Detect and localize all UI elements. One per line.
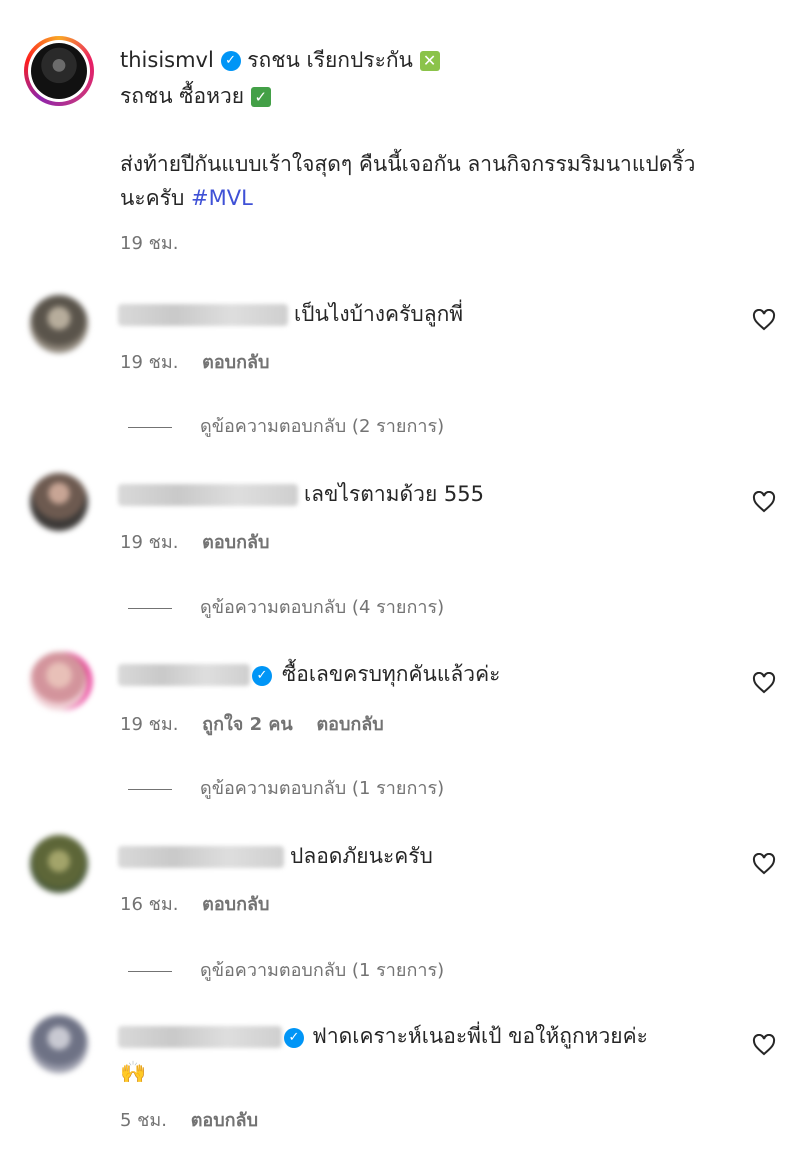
comment-meta: 19 ชม. ตอบกลับ — [120, 527, 269, 556]
comment-username-redacted[interactable] — [118, 304, 288, 326]
post-username[interactable]: thisismvl — [120, 48, 214, 72]
reply-button[interactable]: ตอบกลับ — [202, 532, 269, 553]
post-caption-line1: ส่งท้ายปีกันแบบเร้าใจสุดๆ คืนนี้เจอกัน ล… — [120, 152, 696, 176]
comment-text: เป็นไงบ้างครับลูกพี่ — [294, 302, 464, 326]
comment-avatar[interactable] — [30, 473, 88, 531]
view-replies-label: ดูข้อความตอบกลับ (2 รายการ) — [200, 416, 445, 437]
comment-avatar[interactable] — [30, 835, 88, 893]
view-replies-label: ดูข้อความตอบกลับ (1 รายการ) — [200, 960, 445, 981]
post-header-line2: รถชน ซื้อหวย ✓ — [120, 82, 271, 110]
view-replies-label: ดูข้อความตอบกลับ (4 รายการ) — [200, 597, 445, 618]
comment-time: 19 ชม. — [120, 714, 179, 735]
comment-username-redacted[interactable] — [118, 846, 284, 868]
view-replies-label: ดูข้อความตอบกลับ (1 รายการ) — [200, 778, 445, 799]
post-line1-text: รถชน เรียกประกัน — [247, 48, 413, 72]
comment-text: ปลอดภัยนะครับ — [290, 844, 433, 868]
heart-icon[interactable] — [752, 853, 776, 875]
comment-username-redacted[interactable] — [118, 1026, 282, 1048]
check-mark-emoji-icon: ✓ — [250, 87, 271, 107]
verified-badge-icon: ✓ — [284, 1028, 304, 1048]
comment-avatar[interactable] — [30, 652, 88, 710]
divider — [128, 607, 172, 609]
comment-avatar[interactable] — [30, 295, 88, 353]
post-caption-line2: นะครับ #MVL — [120, 184, 253, 212]
comment-time: 19 ชม. — [120, 352, 179, 373]
comment-username-redacted[interactable] — [118, 484, 298, 506]
verified-badge-icon: ✓ — [252, 666, 272, 686]
heart-icon[interactable] — [752, 309, 776, 331]
reply-button[interactable]: ตอบกลับ — [202, 352, 269, 373]
comment-time: 16 ชม. — [120, 894, 179, 915]
comment-time: 19 ชม. — [120, 532, 179, 553]
divider — [128, 788, 172, 790]
likes-count-button[interactable]: ถูกใจ 2 คน — [202, 714, 293, 735]
comment-meta: 5 ชม. ตอบกลับ — [120, 1105, 258, 1134]
comment-meta: 16 ชม. ตอบกลับ — [120, 889, 269, 918]
divider — [128, 970, 172, 972]
comment-text: ฟาดเคราะห์เนอะพี่เป้ ขอให้ถูกหวยค่ะ — [312, 1024, 648, 1048]
heart-icon[interactable] — [752, 672, 776, 694]
post-time: 19 ชม. — [120, 233, 179, 254]
view-replies-button[interactable]: ดูข้อความตอบกลับ (4 รายการ) — [128, 592, 444, 621]
heart-icon[interactable] — [752, 1034, 776, 1056]
view-replies-button[interactable]: ดูข้อความตอบกลับ (2 รายการ) — [128, 411, 444, 440]
heart-icon[interactable] — [752, 491, 776, 513]
comment-text: ซื้อเลขครบทุกคันแล้วค่ะ — [282, 662, 501, 686]
divider — [128, 426, 172, 428]
comment-username-redacted[interactable] — [118, 664, 250, 686]
reply-button[interactable]: ตอบกลับ — [316, 714, 383, 735]
post-caption-text: นะครับ — [120, 186, 185, 210]
post-author-avatar[interactable] — [24, 36, 94, 106]
comment-meta: 19 ชม. ตอบกลับ — [120, 347, 269, 376]
raising-hands-emoji-icon: 🙌 — [120, 1060, 147, 1084]
view-replies-button[interactable]: ดูข้อความตอบกลับ (1 รายการ) — [128, 955, 444, 984]
comment-meta: 19 ชม. ถูกใจ 2 คน ตอบกลับ — [120, 709, 384, 738]
reply-button[interactable]: ตอบกลับ — [191, 1110, 258, 1131]
reply-button[interactable]: ตอบกลับ — [202, 894, 269, 915]
hashtag-link[interactable]: #MVL — [191, 186, 253, 210]
comment-avatar[interactable] — [30, 1015, 88, 1073]
comment-time: 5 ชม. — [120, 1110, 167, 1131]
cross-mark-emoji-icon: ✕ — [419, 51, 440, 71]
comment-text: เลขไรตามด้วย 555 — [304, 482, 485, 506]
post-header-line1: thisismvl ✓ รถชน เรียกประกัน ✕ — [120, 46, 440, 74]
view-replies-button[interactable]: ดูข้อความตอบกลับ (1 รายการ) — [128, 773, 444, 802]
post-line2-text: รถชน ซื้อหวย — [120, 84, 245, 108]
verified-badge-icon: ✓ — [220, 51, 241, 71]
